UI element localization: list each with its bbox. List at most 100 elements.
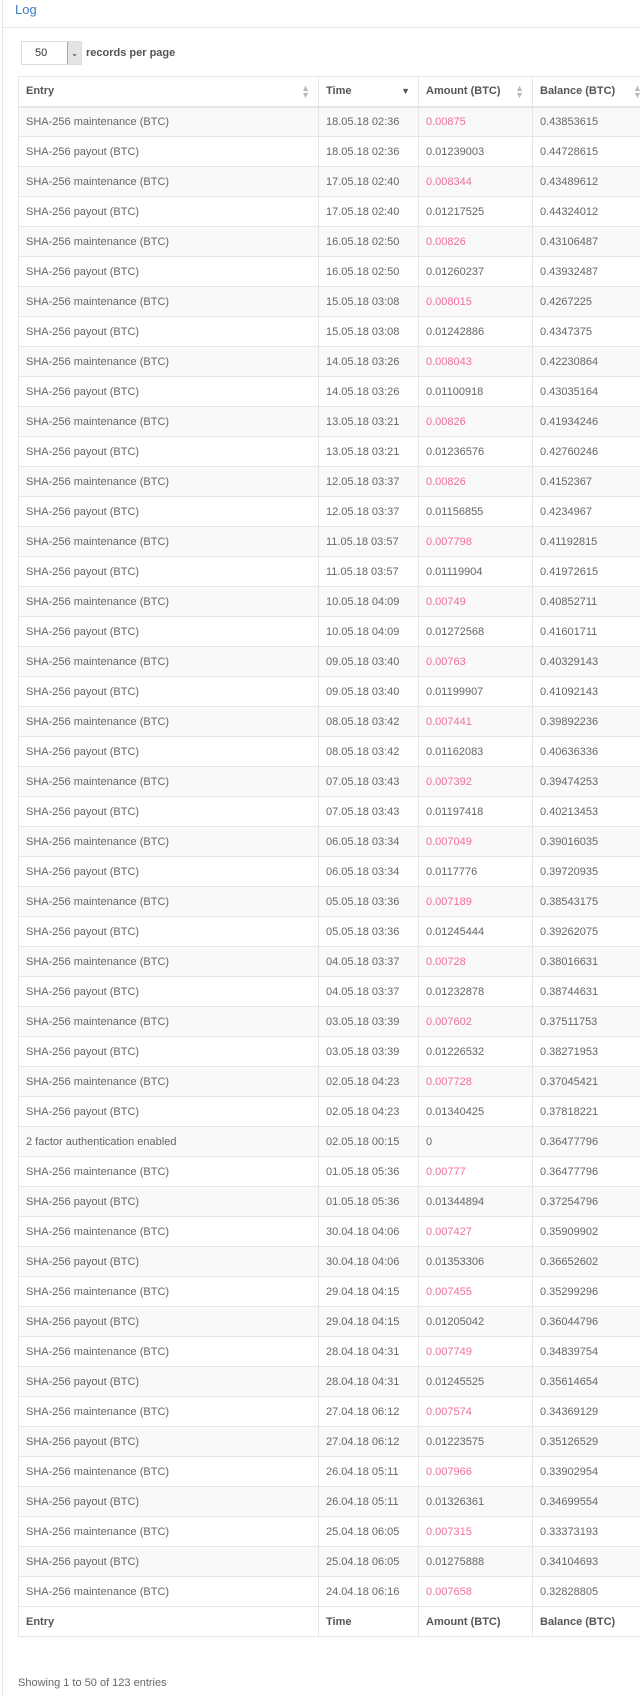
cell-time: 07.05.18 03:43 bbox=[318, 796, 419, 827]
table-row: SHA-256 payout (BTC) 01.05.18 05:36 0.0134… bbox=[18, 1186, 640, 1217]
table-row: SHA-256 maintenance (BTC) 17.05.18 02:40 0… bbox=[18, 166, 640, 197]
cell-balance: 0.34369129 bbox=[532, 1396, 640, 1427]
table-row: SHA-256 maintenance (BTC) 15.05.18 03:08 0… bbox=[18, 286, 640, 317]
cell-entry: SHA-256 payout (BTC) bbox=[18, 496, 319, 527]
cell-time: 07.05.18 03:43 bbox=[318, 766, 419, 797]
cell-entry: SHA-256 payout (BTC) bbox=[18, 1486, 319, 1517]
cell-amount: 0.01162083 bbox=[418, 736, 533, 767]
cell-time: 16.05.18 02:50 bbox=[318, 256, 419, 287]
cell-time: 25.04.18 06:05 bbox=[318, 1516, 419, 1547]
cell-time: 09.05.18 03:40 bbox=[318, 676, 419, 707]
cell-entry: SHA-256 payout (BTC) bbox=[18, 856, 319, 887]
cell-balance: 0.36477796 bbox=[532, 1156, 640, 1187]
cell-entry: SHA-256 maintenance (BTC) bbox=[18, 1066, 319, 1097]
cell-entry: SHA-256 payout (BTC) bbox=[18, 736, 319, 767]
table-row: SHA-256 payout (BTC) 07.05.18 03:43 0.0119… bbox=[18, 796, 640, 827]
header-label: Amount (BTC) bbox=[426, 85, 501, 98]
cell-balance: 0.39474253 bbox=[532, 766, 640, 797]
cell-time: 25.04.18 06:05 bbox=[318, 1546, 419, 1577]
cell-time: 03.05.18 03:39 bbox=[318, 1006, 419, 1037]
cell-entry: SHA-256 payout (BTC) bbox=[18, 1426, 319, 1457]
records-per-page-select[interactable]: 50 ⌄ bbox=[21, 41, 82, 65]
column-header-time[interactable]: Time ▼ bbox=[318, 76, 419, 108]
table-row: SHA-256 maintenance (BTC) 04.05.18 03:37 0… bbox=[18, 946, 640, 977]
cell-balance: 0.34104693 bbox=[532, 1546, 640, 1577]
cell-balance: 0.43106487 bbox=[532, 226, 640, 257]
table-row: SHA-256 maintenance (BTC) 14.05.18 03:26 0… bbox=[18, 346, 640, 377]
table-row: SHA-256 payout (BTC) 15.05.18 03:08 0.0124… bbox=[18, 316, 640, 347]
cell-time: 17.05.18 02:40 bbox=[318, 166, 419, 197]
cell-balance: 0.40213453 bbox=[532, 796, 640, 827]
column-header-amount[interactable]: Amount (BTC) ▲ ▼ bbox=[418, 76, 533, 108]
cell-time: 30.04.18 04:06 bbox=[318, 1246, 419, 1277]
table-row: SHA-256 maintenance (BTC) 06.05.18 03:34 0… bbox=[18, 826, 640, 857]
cell-time: 06.05.18 03:34 bbox=[318, 856, 419, 887]
table-row: 2 factor authentication enabled 02.05.18 … bbox=[18, 1126, 640, 1157]
cell-time: 02.05.18 04:23 bbox=[318, 1096, 419, 1127]
cell-amount: 0 bbox=[418, 1126, 533, 1157]
cell-time: 28.04.18 04:31 bbox=[318, 1336, 419, 1367]
cell-balance: 0.38271953 bbox=[532, 1036, 640, 1067]
cell-entry: SHA-256 payout (BTC) bbox=[18, 136, 319, 167]
cell-balance: 0.37511753 bbox=[532, 1006, 640, 1037]
cell-amount: 0.01242886 bbox=[418, 316, 533, 347]
cell-amount: 0.008015 bbox=[418, 286, 533, 317]
table-row: SHA-256 maintenance (BTC) 29.04.18 04:15 0… bbox=[18, 1276, 640, 1307]
table-row: SHA-256 payout (BTC) 26.04.18 05:11 0.0132… bbox=[18, 1486, 640, 1517]
cell-balance: 0.37045421 bbox=[532, 1066, 640, 1097]
cell-entry: SHA-256 maintenance (BTC) bbox=[18, 1156, 319, 1187]
cell-balance: 0.32828805 bbox=[532, 1576, 640, 1607]
cell-time: 24.04.18 06:16 bbox=[318, 1576, 419, 1607]
cell-amount: 0.0117776 bbox=[418, 856, 533, 887]
cell-balance: 0.35614654 bbox=[532, 1366, 640, 1397]
cell-time: 08.05.18 03:42 bbox=[318, 706, 419, 737]
cell-amount: 0.007966 bbox=[418, 1456, 533, 1487]
cell-amount: 0.01223575 bbox=[418, 1426, 533, 1457]
cell-entry: SHA-256 payout (BTC) bbox=[18, 796, 319, 827]
chevron-down-icon[interactable]: ⌄ bbox=[67, 42, 81, 64]
panel-title: Log bbox=[15, 2, 37, 17]
column-header-balance[interactable]: Balance (BTC) ▲▼ bbox=[532, 76, 640, 108]
divider bbox=[3, 27, 640, 28]
cell-balance: 0.35299296 bbox=[532, 1276, 640, 1307]
cell-amount: 0.01344894 bbox=[418, 1186, 533, 1217]
column-header-entry[interactable]: Entry ▲ ▼ bbox=[18, 76, 319, 108]
cell-amount: 0.00749 bbox=[418, 586, 533, 617]
table-row: SHA-256 maintenance (BTC) 28.04.18 04:31 0… bbox=[18, 1336, 640, 1367]
cell-balance: 0.41972615 bbox=[532, 556, 640, 587]
header-label: Entry bbox=[26, 85, 55, 98]
footer-time: Time bbox=[318, 1606, 419, 1637]
table-body: SHA-256 maintenance (BTC) 18.05.18 02:36 0… bbox=[18, 106, 640, 1607]
cell-entry: SHA-256 payout (BTC) bbox=[18, 1546, 319, 1577]
table-row: SHA-256 maintenance (BTC) 12.05.18 03:37 0… bbox=[18, 466, 640, 497]
header-row: Entry ▲ ▼ Time ▼ Amount (BTC) ▲ ▼ Balance (BT… bbox=[18, 76, 640, 108]
cell-entry: SHA-256 payout (BTC) bbox=[18, 556, 319, 587]
cell-time: 16.05.18 02:50 bbox=[318, 226, 419, 257]
cell-entry: SHA-256 maintenance (BTC) bbox=[18, 946, 319, 977]
cell-balance: 0.43035164 bbox=[532, 376, 640, 407]
table-row: SHA-256 payout (BTC) 03.05.18 03:39 0.0122… bbox=[18, 1036, 640, 1067]
cell-entry: SHA-256 payout (BTC) bbox=[18, 976, 319, 1007]
cell-entry: SHA-256 maintenance (BTC) bbox=[18, 1576, 319, 1607]
cell-amount: 0.007441 bbox=[418, 706, 533, 737]
cell-time: 29.04.18 04:15 bbox=[318, 1306, 419, 1337]
cell-entry: SHA-256 maintenance (BTC) bbox=[18, 1396, 319, 1427]
cell-time: 26.04.18 05:11 bbox=[318, 1486, 419, 1517]
footer-balance: Balance (BTC) bbox=[532, 1606, 640, 1637]
table-row: SHA-256 maintenance (BTC) 16.05.18 02:50 0… bbox=[18, 226, 640, 257]
cell-amount: 0.00826 bbox=[418, 466, 533, 497]
cell-amount: 0.007728 bbox=[418, 1066, 533, 1097]
cell-amount: 0.00777 bbox=[418, 1156, 533, 1187]
cell-time: 02.05.18 04:23 bbox=[318, 1066, 419, 1097]
cell-balance: 0.38016631 bbox=[532, 946, 640, 977]
cell-time: 18.05.18 02:36 bbox=[318, 136, 419, 167]
cell-amount: 0.01245444 bbox=[418, 916, 533, 947]
cell-time: 15.05.18 03:08 bbox=[318, 286, 419, 317]
cell-time: 28.04.18 04:31 bbox=[318, 1366, 419, 1397]
select-value: 50 bbox=[35, 47, 48, 59]
table-row: SHA-256 maintenance (BTC) 26.04.18 05:11 0… bbox=[18, 1456, 640, 1487]
table-info: Showing 1 to 50 of 123 entries bbox=[18, 1677, 167, 1689]
cell-time: 11.05.18 03:57 bbox=[318, 526, 419, 557]
header-label: Time bbox=[326, 85, 352, 98]
cell-time: 13.05.18 03:21 bbox=[318, 406, 419, 437]
